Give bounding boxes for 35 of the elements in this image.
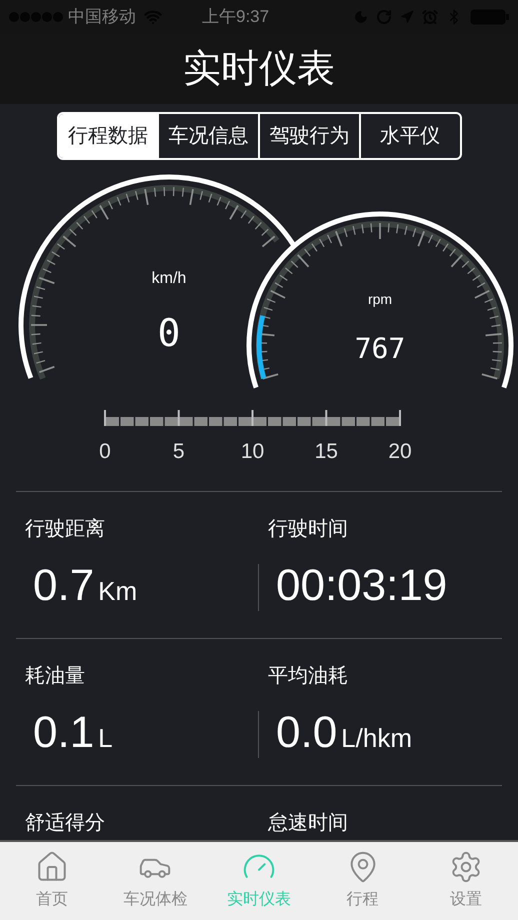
segment-tab[interactable]: 驾驶行为	[258, 114, 359, 158]
speed-unit: km/h	[152, 270, 186, 287]
rpm-level-arc	[256, 315, 266, 379]
tab-bar-item[interactable]: 设置	[414, 842, 518, 920]
carrier-name: 中国移动	[68, 6, 136, 28]
scale-label: 20	[388, 440, 412, 463]
segment-tab[interactable]: 水平仪	[358, 114, 460, 158]
stat-unit: Km	[98, 575, 138, 608]
stat-label: 行驶时间	[268, 517, 349, 542]
stat-label: 耗油量	[25, 664, 86, 689]
stat-label: 平均油耗	[268, 664, 349, 689]
stat-value: 0.1	[33, 711, 94, 755]
stat-label: 行驶距离	[25, 517, 106, 542]
scale-label: 0	[99, 440, 111, 463]
segment-tab[interactable]: 行程数据	[58, 114, 158, 158]
stat-label: 怠速时间	[268, 811, 349, 836]
stat-unit: L	[98, 722, 113, 755]
scale-label: 10	[240, 440, 264, 463]
rpm-unit: rpm	[368, 291, 392, 307]
rpm-reading: 767	[354, 332, 406, 365]
stat-label: 舒适得分	[25, 811, 106, 836]
tab-bar-item[interactable]: 实时仪表	[207, 842, 311, 920]
stat-value: 0.0	[276, 711, 338, 755]
page-title: 实时仪表	[183, 46, 335, 92]
tab-bar-item[interactable]: 首页	[0, 842, 104, 920]
speed-reading: 0	[158, 311, 180, 355]
tab-bar-item[interactable]: 车况体检	[104, 842, 208, 920]
stat-value: 00:03:19	[276, 564, 448, 608]
segment-tab[interactable]: 车况信息	[157, 114, 258, 158]
scale-label: 15	[314, 440, 338, 463]
stat-value: 0.7	[33, 564, 94, 608]
stat-unit: L/hkm	[341, 722, 412, 755]
tab-bar-item[interactable]: 行程	[310, 842, 414, 920]
scale-label: 5	[172, 440, 185, 463]
status-time: 上午9:37	[202, 6, 270, 28]
